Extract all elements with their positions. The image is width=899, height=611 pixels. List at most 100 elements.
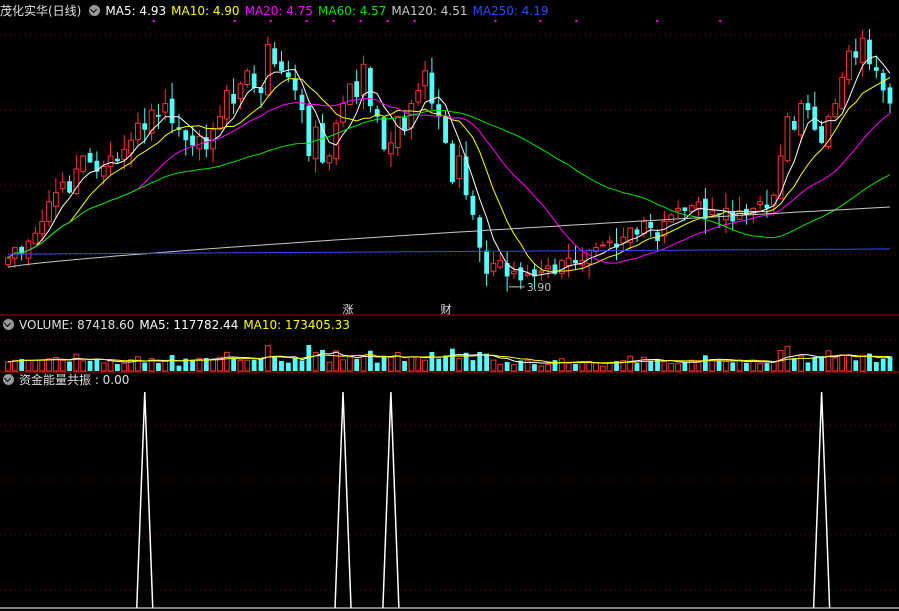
signal-dot [233, 20, 236, 22]
volume-bar [11, 359, 18, 372]
candle-down [477, 217, 483, 248]
volume-bar [873, 362, 879, 371]
candle-down [450, 143, 455, 183]
candle-down [190, 135, 195, 146]
indicator-spike [812, 391, 831, 609]
candle-up [5, 257, 11, 266]
volume-bar [853, 360, 859, 371]
volume-bar [490, 359, 497, 372]
volume-bar [67, 361, 72, 371]
signal-dot [656, 20, 659, 22]
volume-bar [730, 362, 736, 371]
candle-up [757, 201, 763, 205]
volume-bar [887, 356, 893, 371]
volume-bar [675, 363, 681, 372]
volume-bar [408, 356, 415, 372]
candle-up [723, 207, 729, 221]
candle-down [484, 250, 489, 274]
signal-dot [332, 20, 335, 22]
volume-bar [272, 356, 278, 371]
signal-dot [269, 20, 272, 22]
volume-bar [190, 360, 195, 371]
candle-up [497, 260, 504, 268]
volume-bar [703, 355, 708, 371]
volume-bar [333, 350, 340, 372]
candle-down [251, 73, 257, 88]
candle-down [142, 123, 148, 130]
volume-bar [210, 359, 217, 372]
indicator-spike [382, 391, 400, 609]
candle-up [586, 249, 593, 265]
volume-bar [340, 359, 346, 372]
candle-up [312, 126, 319, 160]
volume-bar [354, 359, 360, 371]
candle-up [545, 265, 552, 270]
candle-up [859, 37, 866, 63]
ma10-line [7, 76, 891, 272]
candle-down [873, 67, 879, 71]
volume-bar [757, 363, 763, 372]
volume-bar [606, 362, 613, 372]
candle-up [333, 122, 340, 160]
volume-bar [374, 362, 380, 371]
candle-up [832, 103, 839, 118]
candle-up [538, 270, 545, 274]
volume-bar [115, 364, 120, 371]
volume-bar [599, 365, 606, 372]
candle-up [244, 70, 251, 85]
volume-bar [387, 356, 394, 372]
candle-up [490, 262, 497, 272]
candle-down [819, 126, 825, 143]
volume-bar [5, 361, 11, 372]
volume-bar [736, 359, 743, 372]
candle-down [367, 68, 373, 107]
candle-up [798, 103, 805, 136]
candle-up [223, 89, 230, 120]
volume-bar [39, 359, 46, 372]
volume-bar [251, 359, 257, 371]
volume-bar [532, 364, 537, 371]
candle-down [381, 117, 387, 150]
volume-bar [231, 357, 237, 371]
candle-up [148, 109, 155, 134]
volume-bar [223, 351, 230, 372]
volume-bar [450, 348, 455, 371]
volume-bar [258, 359, 264, 371]
volume-bar [805, 362, 811, 371]
volume-bar [497, 363, 504, 372]
volume-bar [121, 362, 128, 372]
volume-bar [573, 363, 578, 371]
candle-down [730, 211, 736, 222]
candle-up [340, 103, 346, 123]
candle-down [183, 130, 189, 141]
volume-bar [511, 364, 517, 372]
tag-cai: 财 [440, 303, 452, 316]
volume-bar [839, 354, 846, 372]
candle-down [634, 229, 640, 235]
candle-down [805, 103, 811, 111]
volume-bar [538, 365, 545, 372]
volume-bar [443, 355, 448, 371]
volume-bar [244, 359, 251, 372]
volume-bar [142, 362, 148, 371]
volume-bar [25, 359, 32, 372]
volume-bar [360, 355, 367, 372]
candle-up [32, 232, 39, 245]
volume-bar [237, 359, 244, 372]
candle-up [107, 155, 114, 167]
candle-up [387, 142, 394, 155]
candle-down [279, 61, 284, 71]
candle-down [573, 259, 578, 264]
candle-up [52, 192, 59, 207]
volume-bar [859, 354, 866, 372]
volume-bar [709, 359, 716, 372]
signal-dot [152, 20, 155, 22]
volume-bar [668, 362, 675, 372]
signal-dot [575, 20, 578, 22]
candle-up [640, 220, 647, 235]
volume-bar [470, 360, 476, 371]
volume-bar [716, 360, 722, 371]
volume-bar [593, 361, 599, 372]
volume-bar [135, 356, 141, 372]
candle-down [518, 267, 524, 281]
